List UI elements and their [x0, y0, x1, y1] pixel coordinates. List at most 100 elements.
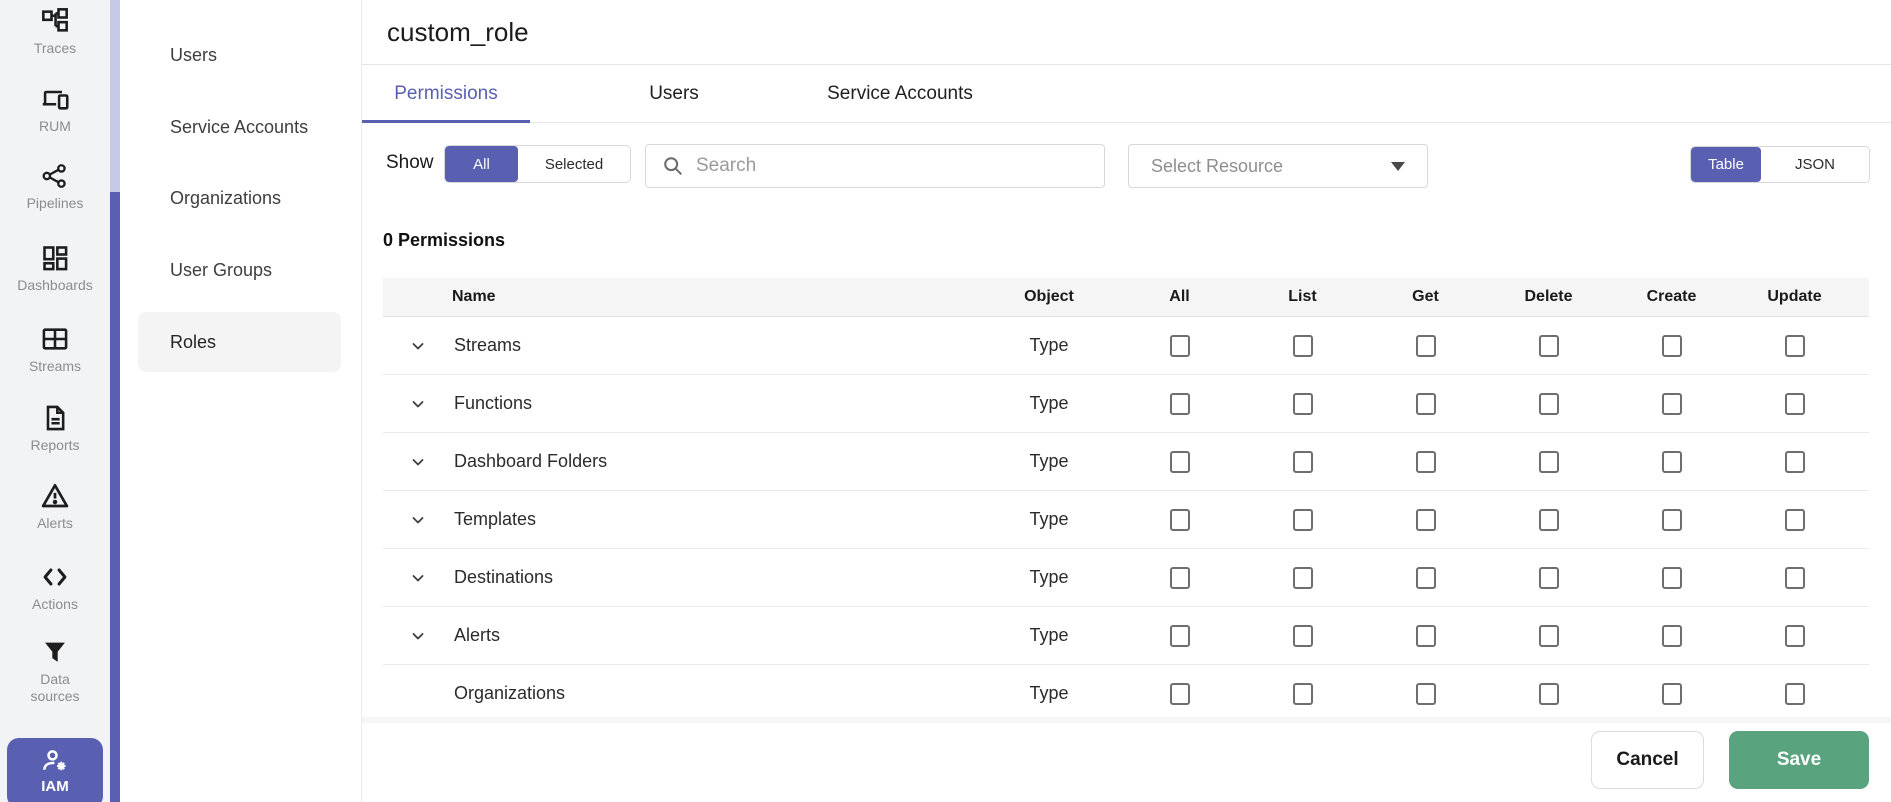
permission-checkbox-delete[interactable] — [1538, 508, 1559, 531]
sidebar-item-pipelines[interactable]: Pipelines — [0, 161, 110, 212]
view-json-button[interactable]: JSON — [1761, 147, 1869, 182]
resource-select-value: Select Resource — [1151, 155, 1284, 176]
permission-checkbox-delete[interactable] — [1538, 566, 1559, 589]
permission-checkbox-list[interactable] — [1292, 508, 1313, 531]
permission-checkbox-create[interactable] — [1661, 450, 1682, 473]
traces-icon — [41, 6, 69, 36]
filter-all-button[interactable]: All — [445, 146, 518, 182]
permission-checkbox-create[interactable] — [1661, 566, 1682, 589]
alerts-icon — [40, 481, 70, 511]
permission-checkbox-delete[interactable] — [1538, 624, 1559, 647]
tab-service-accounts[interactable]: Service Accounts — [814, 65, 986, 123]
sidebar-item-streams[interactable]: Streams — [0, 324, 110, 375]
sidebar-item-data-sources[interactable]: Data sources — [0, 637, 110, 705]
table-header: Name Object All List Get Delete Create U… — [383, 278, 1869, 317]
permission-checkbox-get[interactable] — [1415, 566, 1436, 589]
permission-checkbox-all[interactable] — [1169, 682, 1190, 705]
title-row: custom_role — [362, 0, 1891, 65]
permission-checkbox-update[interactable] — [1784, 624, 1805, 647]
permission-checkbox-update[interactable] — [1784, 450, 1805, 473]
permission-checkbox-list[interactable] — [1292, 450, 1313, 473]
permission-checkbox-update[interactable] — [1784, 334, 1805, 357]
permission-checkbox-create[interactable] — [1661, 508, 1682, 531]
permission-checkbox-delete[interactable] — [1538, 450, 1559, 473]
permission-checkbox-get[interactable] — [1415, 624, 1436, 647]
resource-object-type: Type — [1029, 683, 1069, 703]
subnav-item-organizations[interactable]: Organizations — [138, 168, 341, 228]
save-button[interactable]: Save — [1729, 731, 1869, 789]
permission-checkbox-update[interactable] — [1784, 682, 1805, 705]
permission-checkbox-list[interactable] — [1292, 566, 1313, 589]
permission-checkbox-list[interactable] — [1292, 392, 1313, 415]
permission-checkbox-get[interactable] — [1415, 334, 1436, 357]
view-table-button[interactable]: Table — [1691, 147, 1761, 182]
sidebar-item-traces[interactable]: Traces — [0, 6, 110, 57]
sidebar-item-label: RUM — [39, 118, 71, 134]
column-header-update: Update — [1767, 288, 1822, 305]
chevron-down-icon[interactable] — [410, 396, 426, 412]
permission-checkbox-list[interactable] — [1292, 624, 1313, 647]
subnav-item-roles[interactable]: Roles — [138, 312, 341, 372]
permission-checkbox-create[interactable] — [1661, 624, 1682, 647]
subnav-item-user-groups[interactable]: User Groups — [138, 240, 341, 300]
permission-checkbox-delete[interactable] — [1538, 392, 1559, 415]
resource-object-type: Type — [1029, 509, 1069, 529]
resource-object-type: Type — [1029, 335, 1069, 355]
resource-select[interactable]: Select Resource — [1128, 144, 1428, 188]
permission-checkbox-all[interactable] — [1169, 450, 1190, 473]
streams-icon — [41, 324, 69, 354]
sidebar-item-reports[interactable]: Reports — [0, 403, 110, 454]
permission-checkbox-delete[interactable] — [1538, 682, 1559, 705]
permission-checkbox-get[interactable] — [1415, 682, 1436, 705]
resource-name: Dashboard Folders — [454, 451, 608, 471]
sidebar-item-dashboards[interactable]: Dashboards — [0, 243, 110, 294]
sidebar-item-actions[interactable]: Actions — [0, 562, 110, 613]
permission-checkbox-delete[interactable] — [1538, 334, 1559, 357]
chevron-down-icon[interactable] — [410, 338, 426, 354]
filter-selected-button[interactable]: Selected — [518, 146, 630, 182]
column-header-list: List — [1288, 288, 1317, 305]
permission-checkbox-update[interactable] — [1784, 566, 1805, 589]
search-input[interactable] — [696, 155, 1104, 177]
permission-checkbox-list[interactable] — [1292, 334, 1313, 357]
cancel-button[interactable]: Cancel — [1591, 731, 1704, 789]
chevron-down-icon[interactable] — [410, 512, 426, 528]
table-row: Organizations Type — [383, 665, 1869, 717]
permission-checkbox-get[interactable] — [1415, 392, 1436, 415]
chevron-down-icon[interactable] — [410, 570, 426, 586]
permission-checkbox-update[interactable] — [1784, 508, 1805, 531]
splitter-handle[interactable] — [110, 192, 120, 802]
permission-checkbox-all[interactable] — [1169, 334, 1190, 357]
sidebar-splitter[interactable] — [110, 0, 120, 802]
permission-checkbox-list[interactable] — [1292, 682, 1313, 705]
tab-permissions[interactable]: Permissions — [362, 65, 530, 123]
subnav-item-users[interactable]: Users — [138, 25, 341, 85]
tab-users[interactable]: Users — [589, 65, 759, 123]
permission-checkbox-update[interactable] — [1784, 392, 1805, 415]
reports-icon — [41, 403, 69, 433]
permission-checkbox-create[interactable] — [1661, 334, 1682, 357]
permissions-table: Name Object All List Get Delete Create U… — [383, 278, 1869, 717]
chevron-down-icon[interactable] — [410, 628, 426, 644]
sidebar-item-alerts[interactable]: Alerts — [0, 481, 110, 532]
sidebar-item-label: Pipelines — [26, 195, 84, 211]
permission-checkbox-create[interactable] — [1661, 682, 1682, 705]
subnav-item-service-accounts[interactable]: Service Accounts — [138, 97, 341, 157]
permission-checkbox-all[interactable] — [1169, 392, 1190, 415]
sidebar-item-rum[interactable]: RUM — [0, 84, 110, 135]
permission-checkbox-get[interactable] — [1415, 508, 1436, 531]
chevron-down-icon[interactable] — [410, 454, 426, 470]
permission-checkbox-all[interactable] — [1169, 508, 1190, 531]
show-label: Show — [386, 152, 434, 173]
permission-checkbox-all[interactable] — [1169, 624, 1190, 647]
permission-checkbox-create[interactable] — [1661, 392, 1682, 415]
sidebar-item-label: Data sources — [30, 671, 80, 704]
permission-checkbox-get[interactable] — [1415, 450, 1436, 473]
column-header-name: Name — [452, 288, 496, 305]
column-header-get: Get — [1412, 288, 1439, 305]
sidebar-item-iam[interactable]: IAM — [7, 738, 103, 802]
tab-label: Service Accounts — [827, 83, 973, 104]
resource-object-type: Type — [1029, 393, 1069, 413]
sidebar-item-label: Dashboards — [17, 277, 93, 293]
permission-checkbox-all[interactable] — [1169, 566, 1190, 589]
